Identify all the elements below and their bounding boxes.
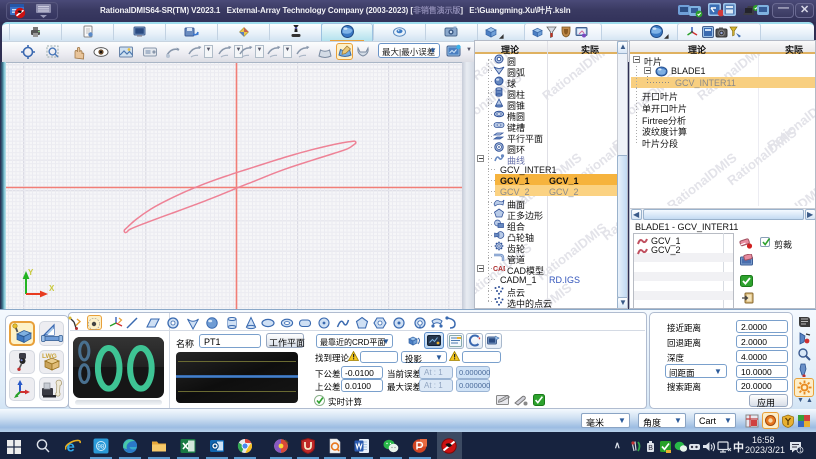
svg-text:1: 1 xyxy=(799,448,802,454)
svg-text:98: 98 xyxy=(98,445,105,451)
svg-text:B: B xyxy=(648,445,653,452)
svg-text:CAD: CAD xyxy=(493,266,505,273)
svg-text:X: X xyxy=(49,284,55,293)
svg-text:Y: Y xyxy=(28,269,34,277)
